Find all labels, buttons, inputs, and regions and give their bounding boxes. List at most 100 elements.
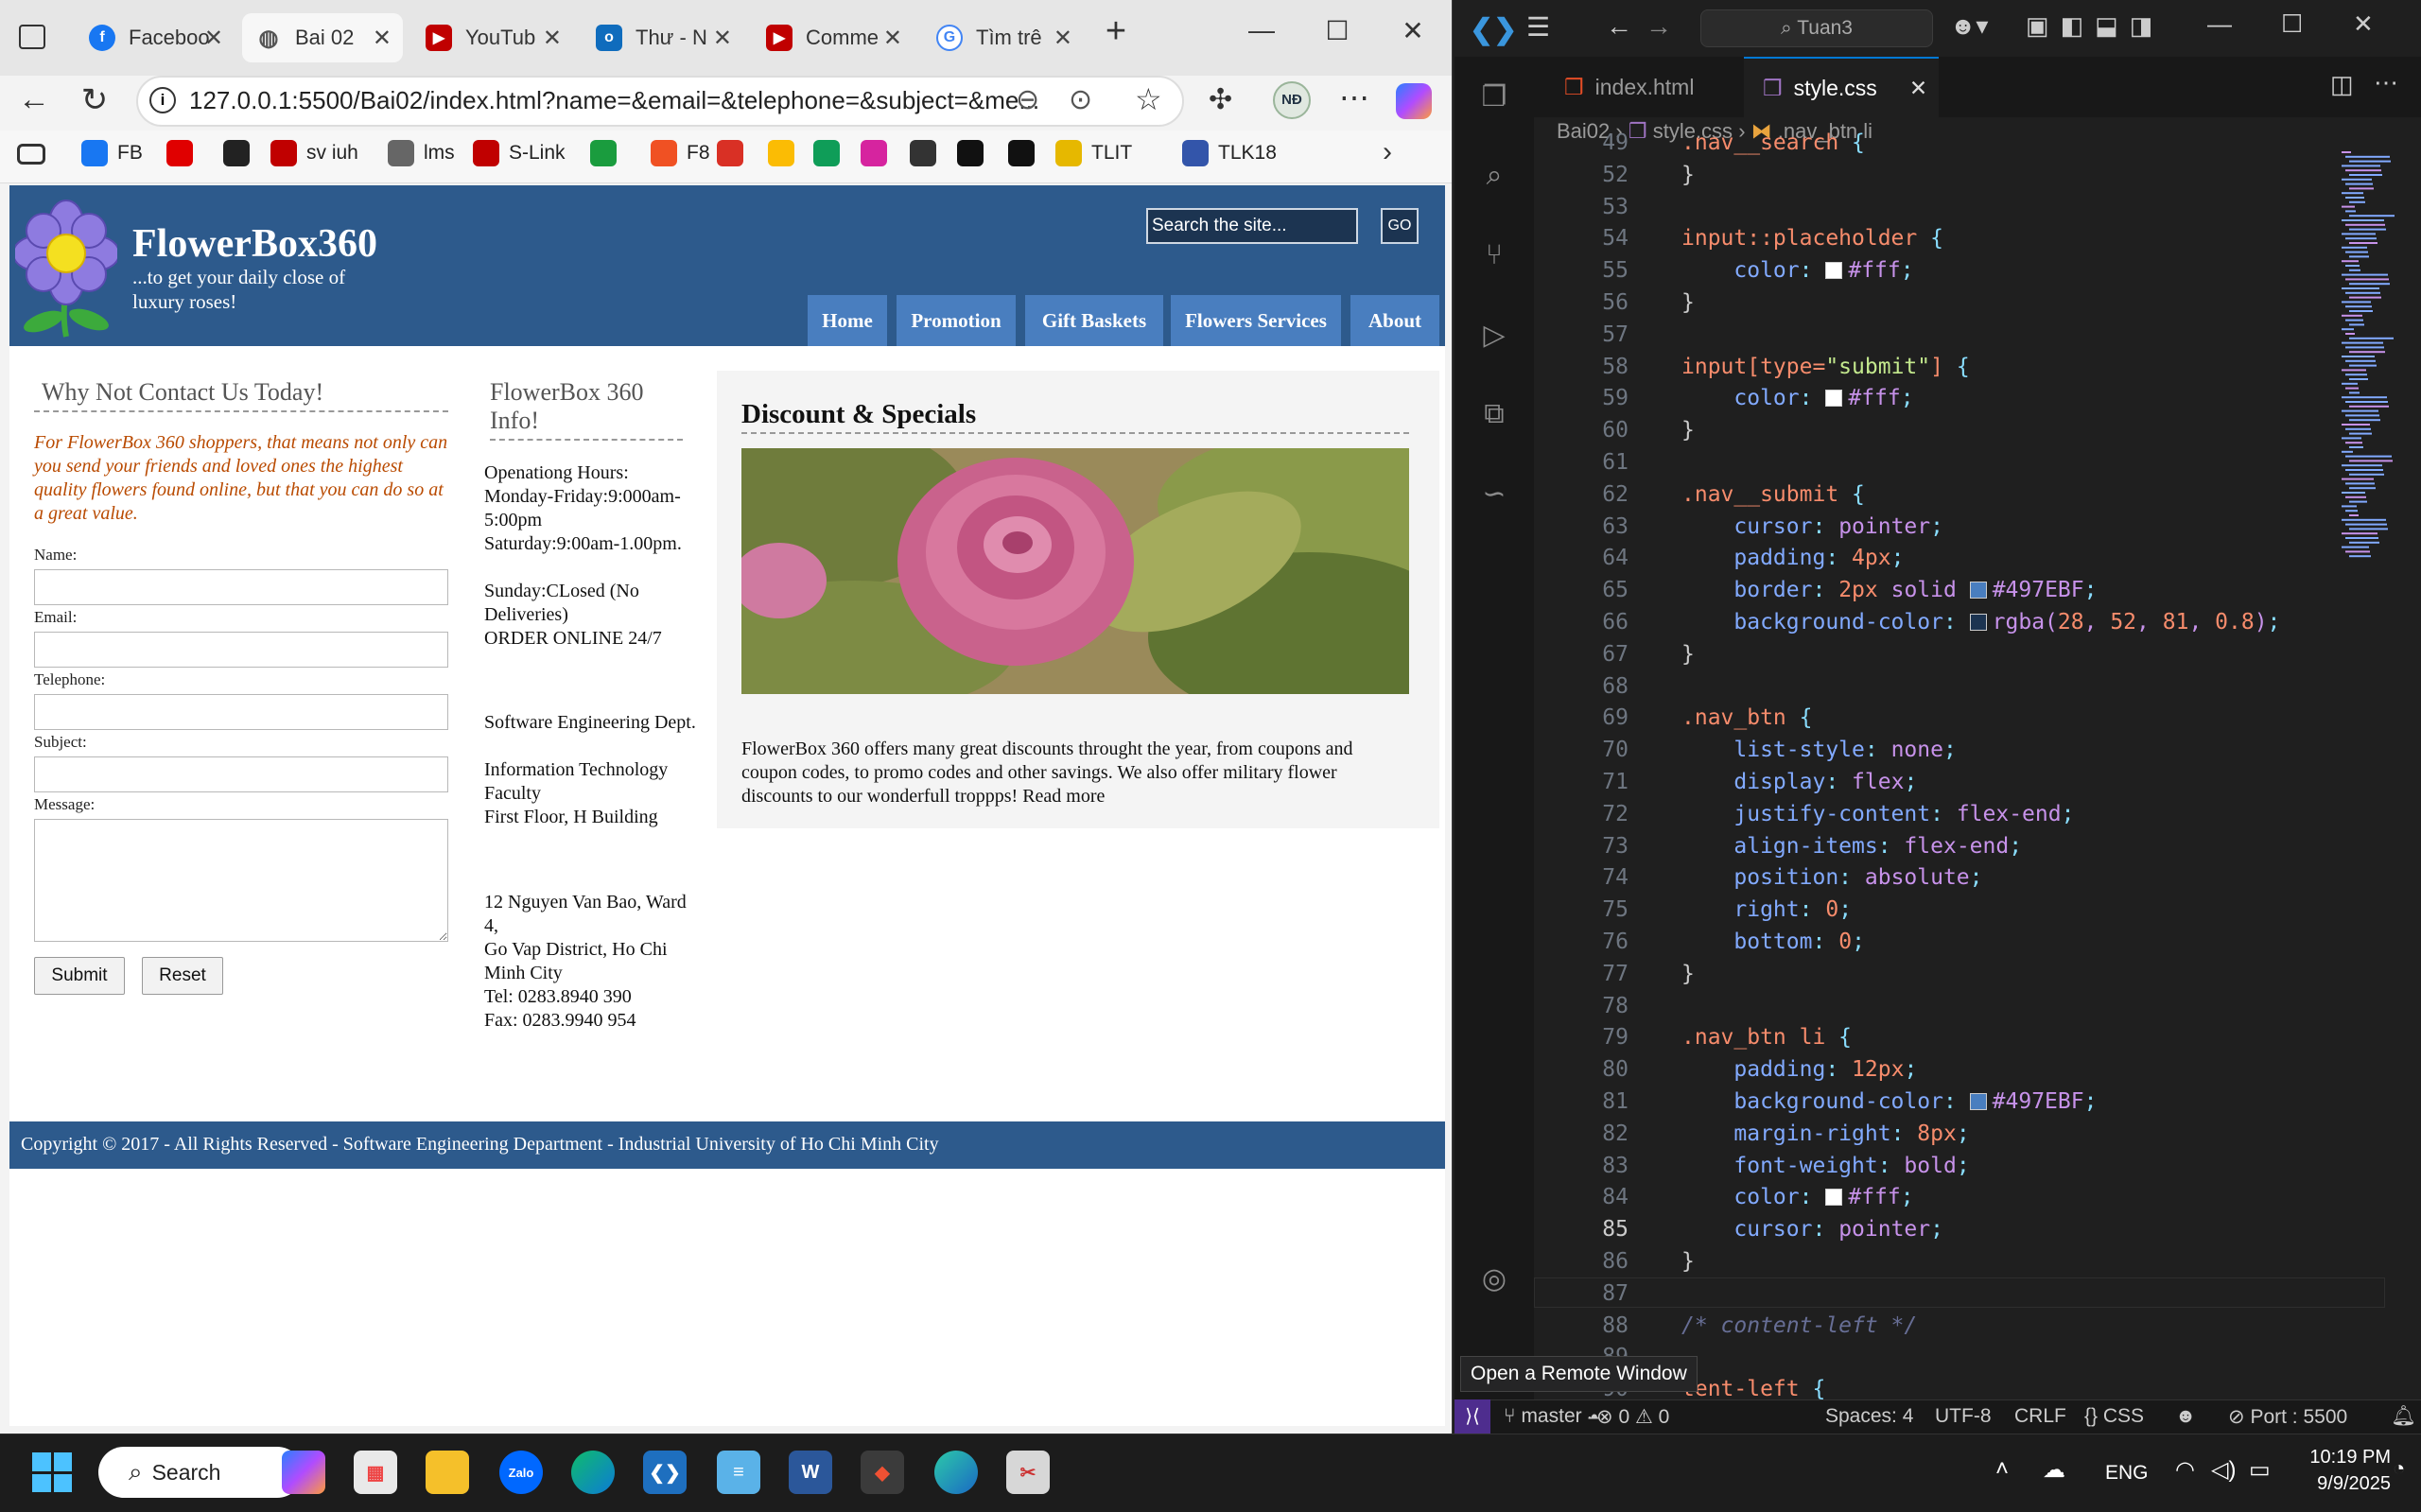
word-icon[interactable]: W [789,1451,832,1494]
code-line[interactable]: .nav_btn { [1681,705,1812,730]
bookmark-item[interactable] [717,140,753,166]
maximize-icon[interactable]: ☐ [1309,15,1366,46]
bookmark-item[interactable] [957,140,993,166]
code-line[interactable]: tent-left { [1681,1377,1825,1401]
clock-date[interactable]: 9/9/2025 [2306,1473,2391,1495]
close-tab-icon[interactable]: ✕ [543,25,562,52]
browser-tab-facebook[interactable]: f Faceboo ✕ [76,13,235,62]
bookmark-item[interactable]: FB [81,140,143,166]
encoding-status[interactable]: UTF-8 [1935,1405,1992,1428]
extensions-icon[interactable]: ✣ [1209,83,1232,116]
telephone-field[interactable] [34,694,448,730]
extensions-icon[interactable]: ⧉ [1472,391,1517,437]
code-line[interactable]: list-style: none; [1681,738,1956,762]
browser-tab-youtube[interactable]: ▶ YouTub ✕ [412,13,573,62]
bookmark-item[interactable]: TLK18 [1182,140,1277,166]
nav-forward-icon[interactable]: → [1646,11,1672,42]
code-line[interactable]: } [1681,290,1695,315]
site-info-icon[interactable]: i [149,87,176,113]
close-window-icon[interactable]: ✕ [1385,15,1441,46]
code-line[interactable]: display: flex; [1681,770,1917,794]
code-line[interactable]: .nav__submit { [1681,482,1865,507]
back-icon[interactable]: ← [11,81,57,118]
code-line[interactable]: .nav_btn li { [1681,1025,1852,1050]
nav-back-icon[interactable]: ← [1606,11,1632,42]
code-line[interactable]: padding: 4px; [1681,546,1904,570]
code-line[interactable]: input::placeholder { [1681,226,1943,251]
explorer-icon[interactable]: ❐ [1472,74,1517,119]
eol-status[interactable]: CRLF [2014,1405,2066,1428]
remote-window-button[interactable]: ⟩⟨ [1454,1399,1490,1434]
editor-tab-index-html[interactable]: ❒ index.html [1545,57,1744,117]
edge-icon[interactable] [571,1451,615,1494]
live-server-status[interactable]: ⊘ Port : 5500 [2228,1405,2347,1429]
snipping-tool-icon[interactable]: ✂ [1006,1451,1050,1494]
more-menu-icon[interactable]: ⋯ [1339,79,1369,115]
reload-icon[interactable]: ↻ [72,81,117,119]
code-editor[interactable]: 49 .nav__search {52} 53 54 input::placeholde… [1534,130,2385,1401]
code-line[interactable]: } [1681,1249,1695,1274]
code-line[interactable]: cursor: pointer; [1681,514,1943,539]
bookmark-item[interactable] [910,140,946,166]
tray-overflow-icon[interactable]: ˄ [1995,1456,2009,1483]
browser-tab-google[interactable]: G Tìm trê ✕ [923,13,1084,62]
bookmark-item[interactable] [223,140,259,166]
bookmark-item[interactable]: F8 [651,140,710,166]
branch-status[interactable]: ⑂ master ☁ [1504,1405,1599,1428]
notification-bell-icon[interactable]: ◔ [2393,1456,2405,1481]
battery-icon[interactable]: ▭ [2249,1456,2271,1484]
copilot-icon[interactable]: ☻▾ [1950,11,1988,41]
vs-close-icon[interactable]: ✕ [2353,9,2374,39]
copilot-icon[interactable] [1396,83,1432,119]
clock-time[interactable]: 10:19 PM [2306,1447,2391,1469]
bookmark-item[interactable]: lms [388,140,455,166]
search-icon[interactable]: ⌕ [1472,153,1517,199]
code-line[interactable]: } [1681,642,1695,667]
vs-maximize-icon[interactable]: ☐ [2281,9,2303,39]
zalo-icon[interactable]: Zalo [499,1451,543,1494]
bookmark-item[interactable] [813,140,849,166]
code-line[interactable]: position: absolute; [1681,865,1982,890]
source-control-icon[interactable]: ⑂ [1472,233,1517,278]
git-app-icon[interactable]: ◆ [861,1451,904,1494]
browser-tab-comments[interactable]: ▶ Comme ✕ [753,13,914,62]
code-line[interactable]: .nav__search { [1681,130,1865,155]
bookmark-item[interactable] [768,140,804,166]
name-field[interactable] [34,569,448,605]
bookmark-item[interactable]: S-Link [473,140,566,166]
language-status[interactable]: {} CSS [2084,1405,2144,1428]
code-line[interactable]: background-color: #497EBF; [1681,1089,2097,1114]
close-tab-icon[interactable]: ✕ [373,25,392,52]
nav-gift-baskets[interactable]: Gift Baskets [1025,295,1163,346]
bookmark-item[interactable] [166,140,202,166]
code-line[interactable]: color: #fff; [1681,1185,1913,1209]
copilot-status-icon[interactable]: ☻ [2175,1405,2196,1428]
copilot-app-icon[interactable] [282,1451,325,1494]
email-field[interactable] [34,632,448,668]
taskbar-search[interactable]: ⌕ Search [98,1447,303,1498]
tab-actions-icon[interactable] [19,25,45,49]
close-tab-icon[interactable]: ✕ [1909,76,1927,101]
close-tab-icon[interactable]: ✕ [883,25,902,52]
problems-status[interactable]: ⊗ 0 ⚠ 0 [1596,1405,1669,1429]
code-line[interactable]: bottom: 0; [1681,930,1865,954]
message-textarea[interactable] [34,819,448,942]
split-editor-icon[interactable]: ◫ [2330,70,2354,99]
edge-beta-icon[interactable] [934,1451,978,1494]
run-debug-icon[interactable]: ▷ [1472,312,1517,357]
cloud-icon[interactable]: ☁ [2043,1456,2065,1484]
code-line[interactable]: } [1681,962,1695,986]
code-line[interactable]: } [1681,163,1695,187]
code-line[interactable]: margin-right: 8px; [1681,1121,1969,1146]
code-line[interactable]: border: 2px solid #497EBF; [1681,578,2097,602]
python-icon[interactable]: ∽ [1472,471,1517,516]
command-center-search[interactable]: ⌕ Tuan3 [1700,9,1933,47]
notifications-icon[interactable]: 🔔︎ [2391,1405,2416,1428]
bookmark-item[interactable] [590,140,626,166]
nav-home[interactable]: Home [808,295,887,346]
bookmark-item[interactable] [861,140,897,166]
submit-button[interactable]: Submit [34,957,125,995]
vs-minimize-icon[interactable]: — [2207,9,2232,39]
read-aloud-icon[interactable]: ⊙ [1069,83,1092,116]
bookmark-item[interactable]: sv iuh [270,140,358,166]
